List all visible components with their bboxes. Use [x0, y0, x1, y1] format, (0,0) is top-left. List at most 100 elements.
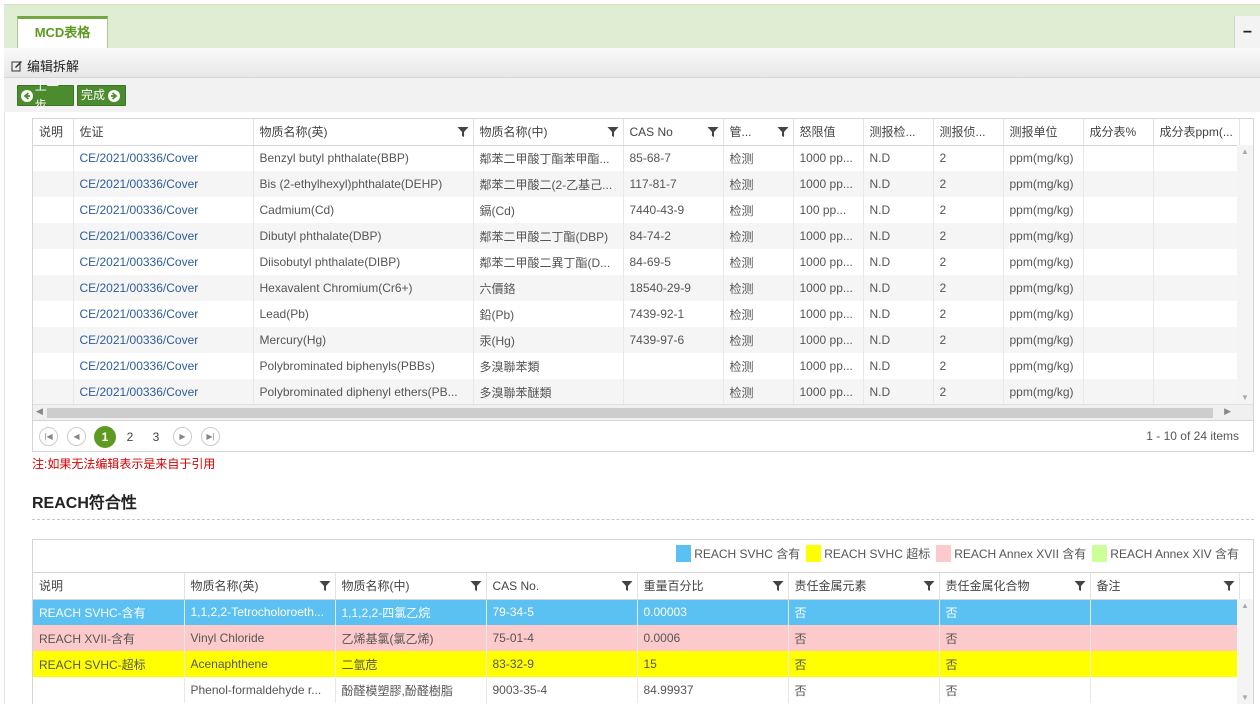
- tab-mcd-table[interactable]: MCD表格: [17, 16, 108, 50]
- filter-icon[interactable]: [707, 126, 719, 138]
- column-header-label: 说明: [39, 579, 64, 594]
- mcd-column-header[interactable]: 佐证: [73, 119, 254, 146]
- column-header-label: 怒限值: [799, 125, 836, 140]
- filter-icon[interactable]: [457, 126, 469, 138]
- table-cell: ppm(mg/kg): [1003, 145, 1084, 171]
- table-row[interactable]: CE/2021/00336/Cover Polybrominated diphen…: [33, 379, 1240, 405]
- table-row[interactable]: CE/2021/00336/Cover Cadmium(Cd) 鎘(Cd) 7440-…: [33, 197, 1240, 223]
- table-cell[interactable]: CE/2021/00336/Cover: [73, 301, 254, 327]
- table-cell: 18540-29-9: [623, 275, 724, 301]
- mcd-column-header[interactable]: 测报侦...: [933, 119, 1004, 146]
- table-cell: 否: [939, 625, 1091, 651]
- reach-column-header[interactable]: 物质名称(英): [184, 573, 336, 600]
- mcd-column-header[interactable]: 物质名称(英): [253, 119, 474, 146]
- table-row[interactable]: CE/2021/00336/Cover Benzyl butyl phthalat…: [33, 145, 1240, 171]
- reach-column-header[interactable]: 重量百分比: [637, 573, 789, 600]
- mcd-horizontal-scrollbar[interactable]: ◀ ▶: [33, 404, 1253, 420]
- reach-column-header[interactable]: 责任金属化合物: [939, 573, 1091, 600]
- table-cell: 否: [788, 625, 940, 651]
- table-cell[interactable]: CE/2021/00336/Cover: [73, 275, 254, 301]
- scroll-down-icon[interactable]: ▼: [1241, 393, 1249, 402]
- table-row[interactable]: CE/2021/00336/Cover Bis (2-ethylhexyl)pht…: [33, 171, 1240, 197]
- mcd-vertical-scrollbar[interactable]: ▲ ▼: [1237, 145, 1253, 404]
- horizontal-scroll-thumb[interactable]: [47, 408, 1213, 418]
- reach-column-header[interactable]: CAS No.: [486, 573, 638, 600]
- filter-icon[interactable]: [923, 580, 935, 592]
- mcd-column-header[interactable]: 成分表ppm(...: [1153, 119, 1240, 146]
- filter-icon[interactable]: [777, 126, 789, 138]
- first-page-icon[interactable]: |◀: [39, 427, 58, 446]
- page-1[interactable]: 1: [94, 426, 116, 448]
- column-header-label: 重量百分比: [643, 579, 704, 594]
- filter-icon[interactable]: [621, 580, 633, 592]
- mcd-column-header[interactable]: CAS No: [623, 119, 724, 146]
- table-cell[interactable]: CE/2021/00336/Cover: [73, 171, 254, 197]
- column-header-label: 成分表%: [1089, 125, 1137, 140]
- mcd-grid: 说明 佐证 物质名称(英) 物质名称(中) CAS No 管... 怒限值 测报检... 测报侦…: [32, 118, 1254, 421]
- prev-step-button[interactable]: 上一步: [17, 79, 74, 112]
- table-cell[interactable]: CE/2021/00336/Cover: [73, 379, 254, 405]
- mcd-column-header[interactable]: 说明: [33, 119, 74, 146]
- table-cell: [1153, 145, 1240, 171]
- table-row[interactable]: REACH SVHC-含有 1,1,2,2-Tetrocholoroeth... 1…: [33, 599, 1240, 625]
- table-row[interactable]: Phenol-formaldehyde r... 酚醛模塑膠,酚醛樹脂 9003-3…: [33, 677, 1240, 703]
- edit-split-button[interactable]: 编辑拆解: [11, 56, 79, 75]
- filter-icon[interactable]: [772, 580, 784, 592]
- done-button[interactable]: 完成: [77, 85, 126, 106]
- reach-scroll-up-icon[interactable]: ▲: [1241, 601, 1249, 610]
- reach-column-header[interactable]: 物质名称(中): [335, 573, 487, 600]
- table-row[interactable]: CE/2021/00336/Cover Diisobutyl phthalate(…: [33, 249, 1240, 275]
- table-cell: 鄰苯二甲酸二丁酯(DBP): [473, 223, 624, 249]
- table-row[interactable]: CE/2021/00336/Cover Polybrominated biphen…: [33, 353, 1240, 379]
- mcd-column-header[interactable]: 怒限值: [793, 119, 864, 146]
- table-cell[interactable]: CE/2021/00336/Cover: [73, 197, 254, 223]
- table-cell[interactable]: CE/2021/00336/Cover: [73, 327, 254, 353]
- table-row[interactable]: CE/2021/00336/Cover Mercury(Hg) 汞(Hg) 7439-…: [33, 327, 1240, 353]
- filter-icon[interactable]: [1223, 580, 1235, 592]
- reach-column-header[interactable]: 说明: [33, 573, 185, 600]
- scroll-left-icon[interactable]: ◀: [36, 406, 43, 417]
- table-cell: 1000 pp...: [793, 145, 864, 171]
- table-cell[interactable]: CE/2021/00336/Cover: [73, 353, 254, 379]
- reference-note: 注:如果无法编辑表示是来自于引用: [32, 457, 216, 471]
- table-cell: N.D: [863, 249, 934, 275]
- mcd-column-header[interactable]: 物质名称(中): [473, 119, 624, 146]
- mcd-column-header[interactable]: 测报检...: [863, 119, 934, 146]
- column-header-label: 佐证: [79, 125, 104, 140]
- table-cell[interactable]: CE/2021/00336/Cover: [73, 223, 254, 249]
- table-cell: ppm(mg/kg): [1003, 353, 1084, 379]
- mcd-column-header[interactable]: 成分表%: [1083, 119, 1154, 146]
- page-2[interactable]: 2: [119, 426, 141, 448]
- scroll-right-icon[interactable]: ▶: [1224, 406, 1231, 417]
- table-cell: 85-68-7: [623, 145, 724, 171]
- table-cell: 否: [788, 599, 940, 625]
- table-row[interactable]: REACH XVII-含有 Vinyl Chloride 乙烯基氯(氯乙烯) 75-0…: [33, 625, 1240, 651]
- prev-page-icon[interactable]: ◀: [67, 427, 86, 446]
- table-cell: ppm(mg/kg): [1003, 197, 1084, 223]
- filter-icon[interactable]: [1074, 580, 1086, 592]
- last-page-icon[interactable]: ▶|: [201, 427, 220, 446]
- reach-column-header[interactable]: 责任金属元素: [788, 573, 940, 600]
- scroll-up-icon[interactable]: ▲: [1241, 147, 1249, 156]
- table-row[interactable]: CE/2021/00336/Cover Dibutyl phthalate(DBP…: [33, 223, 1240, 249]
- page-3[interactable]: 3: [145, 426, 167, 448]
- table-cell: REACH XVII-含有: [33, 625, 185, 651]
- column-header-label: CAS No.: [492, 578, 540, 593]
- mcd-column-header[interactable]: 管...: [723, 119, 794, 146]
- filter-icon[interactable]: [319, 580, 331, 592]
- table-row[interactable]: CE/2021/00336/Cover Hexavalent Chromium(C…: [33, 275, 1240, 301]
- next-page-icon[interactable]: ▶: [173, 427, 192, 446]
- filter-icon[interactable]: [607, 126, 619, 138]
- filter-icon[interactable]: [470, 580, 482, 592]
- table-cell[interactable]: CE/2021/00336/Cover: [73, 145, 254, 171]
- table-cell: REACH SVHC-含有: [33, 599, 185, 625]
- page-left-border: [4, 112, 5, 704]
- table-row[interactable]: REACH SVHC-超标 Acenaphthene 二氫苊 83-32-9 15 否否: [33, 651, 1240, 677]
- table-cell: ppm(mg/kg): [1003, 327, 1084, 353]
- reach-scroll-down-icon[interactable]: ▼: [1241, 693, 1249, 702]
- reach-column-header[interactable]: 备注: [1090, 573, 1240, 600]
- table-row[interactable]: CE/2021/00336/Cover Lead(Pb) 鉛(Pb) 7439-92-…: [33, 301, 1240, 327]
- mcd-column-header[interactable]: 测报单位: [1003, 119, 1084, 146]
- table-cell[interactable]: CE/2021/00336/Cover: [73, 249, 254, 275]
- reach-vertical-scrollbar[interactable]: ▲ ▼: [1237, 599, 1253, 704]
